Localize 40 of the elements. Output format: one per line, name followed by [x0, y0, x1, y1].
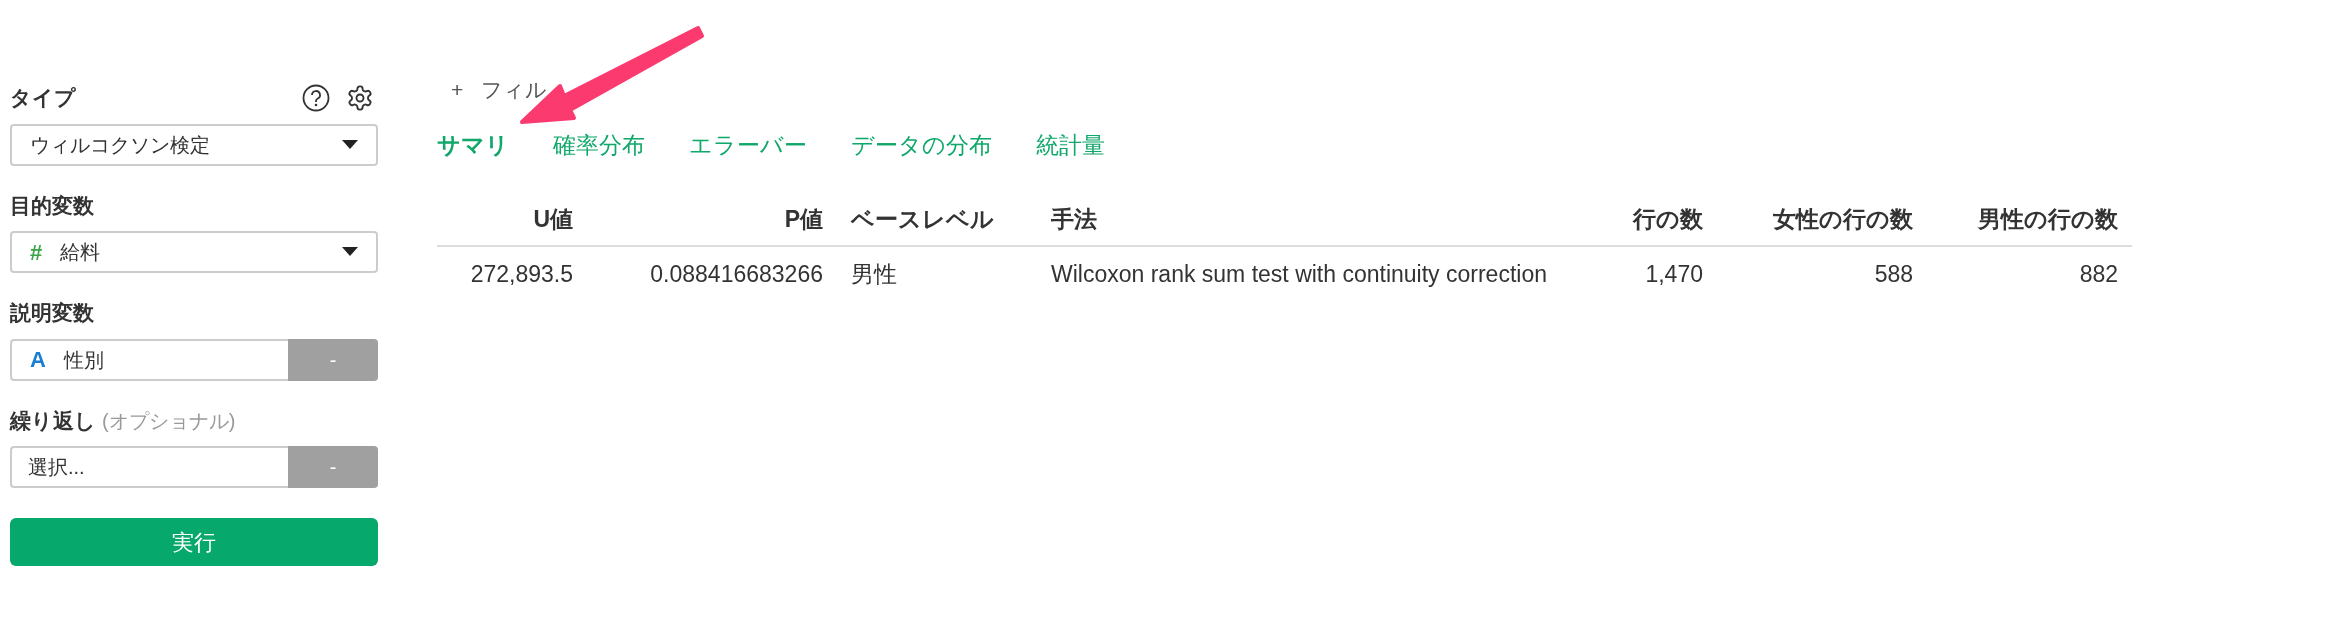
- help-icon[interactable]: [302, 83, 330, 112]
- table-cell: 882: [1927, 245, 2132, 301]
- number-type-icon: #: [30, 235, 43, 269]
- target-select[interactable]: # 給料: [10, 231, 378, 273]
- explanatory-label: 説明変数: [10, 300, 95, 326]
- field-value: 性別: [63, 347, 104, 373]
- table-cell: 1,470: [1597, 245, 1717, 301]
- table-cell: 男性: [837, 245, 1037, 301]
- table-cell: Wilcoxon rank sum test with continuity correction: [1037, 245, 1597, 301]
- target-label: 目的変数: [10, 192, 95, 219]
- select-value: 給料: [60, 240, 101, 265]
- repeat-label: 繰り返し: [10, 407, 96, 434]
- caret-icon: [342, 139, 358, 150]
- column-header: 手法: [1037, 202, 1597, 246]
- table-cell: 272,893.5: [437, 245, 587, 301]
- settings-icon[interactable]: [346, 83, 374, 112]
- caret-icon: [342, 247, 358, 257]
- column-header: 女性の行の数: [1717, 202, 1927, 246]
- column-header: ベースレベル: [837, 202, 1037, 246]
- explanatory-field[interactable]: A 性別: [10, 338, 288, 381]
- run-button[interactable]: 実行: [10, 518, 378, 566]
- remove-button[interactable]: -: [288, 446, 378, 488]
- table-cell: 0.088416683266: [587, 245, 837, 301]
- type-label: タイプ: [10, 85, 76, 111]
- tab[interactable]: データの分布: [851, 127, 992, 162]
- add-filter-button[interactable]: + フィル: [451, 74, 548, 106]
- tab[interactable]: 確率分布: [553, 127, 645, 162]
- column-header: 行の数: [1597, 202, 1717, 246]
- remove-button[interactable]: -: [288, 338, 378, 381]
- type-select[interactable]: ウィルコクソン検定: [10, 123, 378, 166]
- text-type-icon: A: [30, 343, 46, 376]
- tab[interactable]: 統計量: [1036, 127, 1105, 162]
- column-header: 男性の行の数: [1927, 202, 2132, 246]
- column-header: U値: [437, 202, 587, 246]
- tab[interactable]: エラーバー: [689, 127, 807, 162]
- repeat-field[interactable]: 選択...: [10, 446, 288, 488]
- table-cell: 588: [1717, 245, 1927, 301]
- optional-hint: (オプショナル): [102, 408, 236, 434]
- column-header: P値: [587, 202, 837, 246]
- tab[interactable]: サマリ: [437, 127, 509, 162]
